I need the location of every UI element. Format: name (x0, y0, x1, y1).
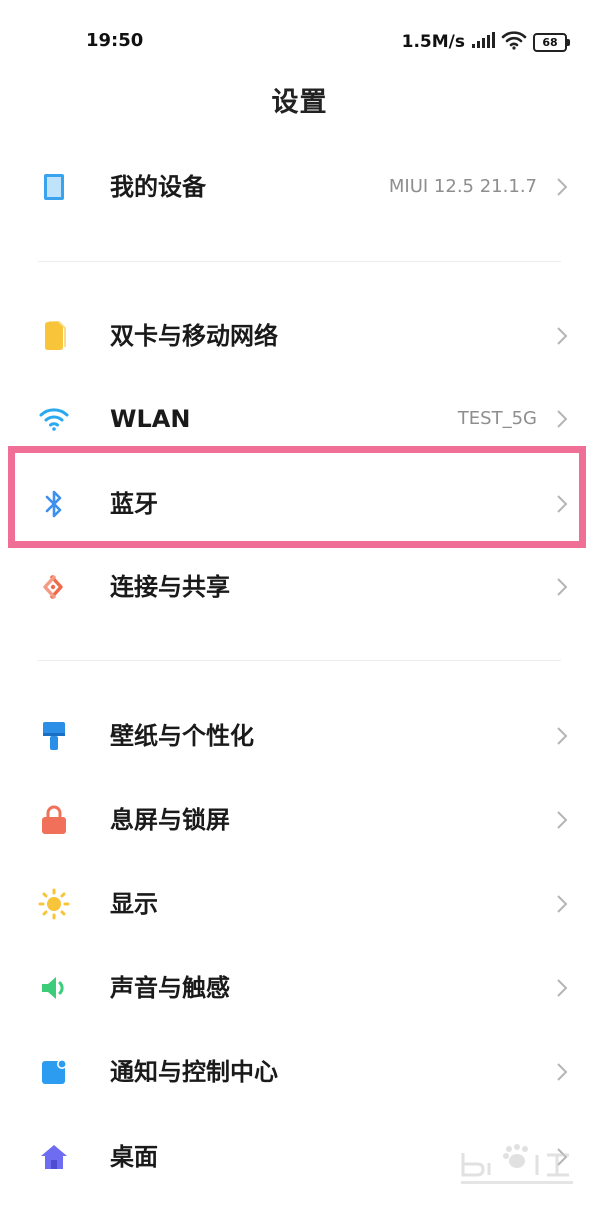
signal-icon (471, 31, 495, 53)
chevron-right-icon (555, 808, 569, 832)
sun-icon (38, 888, 70, 920)
settings-row-sound[interactable]: 声音与触感 (0, 946, 599, 1030)
settings-row-lockscreen[interactable]: 息屏与锁屏 (0, 778, 599, 862)
chevron-right-icon (555, 324, 569, 348)
row-label: 声音与触感 (110, 974, 230, 1002)
chevron-right-icon (555, 407, 569, 431)
section-divider (38, 660, 561, 661)
battery-icon: 68 (533, 32, 570, 52)
row-label: 双卡与移动网络 (110, 322, 278, 350)
watermark-logo-icon (457, 1141, 577, 1191)
chevron-right-icon (555, 976, 569, 1000)
row-label: 通知与控制中心 (110, 1058, 278, 1086)
section-divider (38, 261, 561, 262)
settings-row-my-device[interactable]: 我的设备 MIUI 12.5 21.1.7 (0, 145, 599, 229)
row-label: 壁纸与个性化 (110, 722, 254, 750)
paint-brush-icon (38, 720, 70, 752)
sim-card-icon (38, 320, 70, 352)
page-title: 设置 (271, 87, 328, 118)
row-label: 显示 (110, 890, 158, 918)
row-label: 连接与共享 (110, 573, 230, 601)
status-indicators: 1.5M/s 68 (401, 28, 570, 56)
settings-row-connection-share[interactable]: 连接与共享 (0, 545, 599, 629)
wifi-icon (38, 403, 70, 435)
network-speed: 1.5M/s (401, 32, 465, 52)
status-bar: 19:50 1.5M/s 68 (0, 0, 599, 80)
connection-share-icon (38, 571, 70, 603)
notification-icon (38, 1056, 70, 1088)
row-label: 我的设备 (110, 173, 206, 201)
settings-row-notifications[interactable]: 通知与控制中心 (0, 1030, 599, 1114)
chevron-right-icon (555, 724, 569, 748)
speaker-icon (38, 972, 70, 1004)
status-time: 19:50 (86, 30, 144, 51)
row-label: 桌面 (110, 1143, 158, 1171)
highlight-annotation-box (8, 446, 586, 548)
row-value: MIUI 12.5 21.1.7 (388, 176, 537, 197)
lock-icon (38, 804, 70, 836)
wifi-status-icon (501, 30, 527, 54)
home-icon (38, 1141, 70, 1173)
row-label: 息屏与锁屏 (110, 806, 230, 834)
tablet-icon (38, 171, 70, 203)
chevron-right-icon (555, 175, 569, 199)
settings-row-display[interactable]: 显示 (0, 862, 599, 946)
chevron-right-icon (555, 575, 569, 599)
settings-row-dual-sim[interactable]: 双卡与移动网络 (0, 294, 599, 378)
chevron-right-icon (555, 892, 569, 916)
chevron-right-icon (555, 1060, 569, 1084)
settings-row-wallpaper[interactable]: 壁纸与个性化 (0, 694, 599, 778)
